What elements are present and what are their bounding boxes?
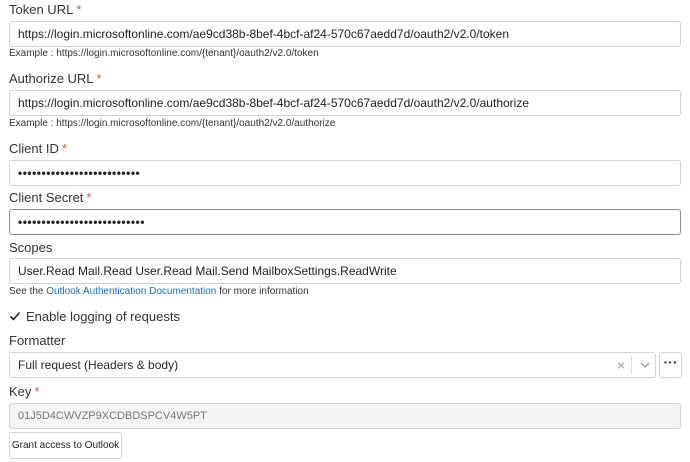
- clear-icon[interactable]: ×: [613, 354, 629, 376]
- logging-checkbox[interactable]: [9, 309, 21, 321]
- required-marker: *: [34, 384, 40, 399]
- token-url-label-text: Token URL: [9, 2, 74, 17]
- token-url-input[interactable]: https://login.microsoftonline.com/ae9cd3…: [9, 21, 681, 47]
- client-id-input[interactable]: ••••••••••••••••••••••••••: [9, 160, 681, 186]
- key-input: 01J5D4CWVZP9XCDBDSPCV4W5PT: [9, 403, 681, 429]
- checkmark-icon: [9, 311, 21, 321]
- client-secret-label: Client Secret *: [9, 190, 91, 205]
- scopes-input[interactable]: User.Read Mail.Read User.Read Mail.Send …: [9, 258, 681, 284]
- formatter-select[interactable]: Full request (Headers & body): [9, 352, 656, 378]
- more-options-button[interactable]: ···: [659, 352, 682, 378]
- token-url-example: Example : https://login.microsoftonline.…: [9, 48, 319, 59]
- scopes-help-prefix: See the: [9, 286, 44, 297]
- client-secret-label-text: Client Secret: [9, 190, 84, 205]
- key-label: Key *: [9, 384, 39, 399]
- grant-access-button[interactable]: Grant access to Outlook: [9, 432, 122, 459]
- client-id-label: Client ID *: [9, 141, 67, 156]
- select-separator: [631, 356, 632, 374]
- key-label-text: Key: [9, 384, 32, 399]
- client-secret-input[interactable]: •••••••••••••••••••••••••••: [9, 209, 681, 235]
- formatter-label: Formatter: [9, 333, 66, 348]
- required-marker: *: [76, 2, 82, 17]
- scopes-help-suffix: for more information: [219, 286, 309, 297]
- authorize-url-label-text: Authorize URL: [9, 71, 94, 86]
- scopes-help: See the Outlook Authentication Documenta…: [9, 286, 309, 297]
- authorize-url-label: Authorize URL *: [9, 71, 102, 86]
- authorize-url-input[interactable]: https://login.microsoftonline.com/ae9cd3…: [9, 90, 681, 116]
- chevron-down-icon[interactable]: [637, 356, 653, 374]
- formatter-selected-value: Full request (Headers & body): [18, 358, 179, 372]
- required-marker: *: [61, 141, 67, 156]
- token-url-label: Token URL *: [9, 2, 81, 17]
- required-marker: *: [96, 71, 102, 86]
- authorize-url-example: Example : https://login.microsoftonline.…: [9, 118, 336, 129]
- outlook-docs-link[interactable]: Outlook Authentication Documentation: [46, 286, 216, 297]
- scopes-label: Scopes: [9, 240, 53, 255]
- client-id-label-text: Client ID: [9, 141, 59, 156]
- logging-label[interactable]: Enable logging of requests: [26, 309, 180, 324]
- required-marker: *: [86, 190, 92, 205]
